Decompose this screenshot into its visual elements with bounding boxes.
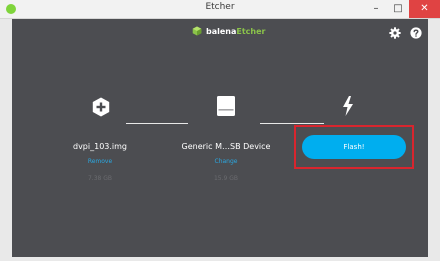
app-content: balenaEtcher dvpi_103.img Remove 7.38 GB…	[12, 19, 428, 257]
close-button[interactable]: ✕	[409, 0, 440, 18]
close-icon: ✕	[420, 3, 429, 14]
lightning-bolt-icon	[343, 96, 353, 116]
flash-button[interactable]: Flash!	[302, 135, 406, 159]
maximize-icon: □	[393, 3, 403, 14]
step-connector-2	[260, 123, 324, 124]
minimize-button[interactable]: –	[365, 0, 387, 18]
step-connector-1	[126, 123, 188, 124]
logo-text: balenaEtcher	[206, 27, 266, 36]
balena-cube-icon	[192, 26, 202, 36]
plus-hexagon-icon[interactable]	[92, 97, 110, 117]
logo-prefix: balena	[206, 26, 237, 36]
minimize-icon: –	[373, 3, 379, 14]
title-bar[interactable]: Etcher – □ ✕	[0, 0, 440, 19]
change-drive-link[interactable]: Change	[178, 158, 274, 165]
maximize-button[interactable]: □	[387, 0, 409, 18]
etcher-window: Etcher – □ ✕ balenaEtcher dvpi_103.img R…	[0, 0, 440, 261]
drive-name: Generic M…SB Device	[181, 142, 271, 151]
balena-etcher-logo: balenaEtcher	[192, 26, 266, 36]
remove-image-link[interactable]: Remove	[68, 158, 132, 165]
help-icon[interactable]	[410, 27, 422, 39]
drive-size: 15.9 GB	[213, 175, 239, 182]
settings-gear-icon[interactable]	[389, 27, 401, 39]
image-name: dvpi_103.img	[72, 142, 128, 151]
drive-icon[interactable]	[216, 95, 236, 117]
logo-accent: Etcher	[236, 26, 266, 36]
image-size: 7.38 GB	[87, 175, 113, 182]
